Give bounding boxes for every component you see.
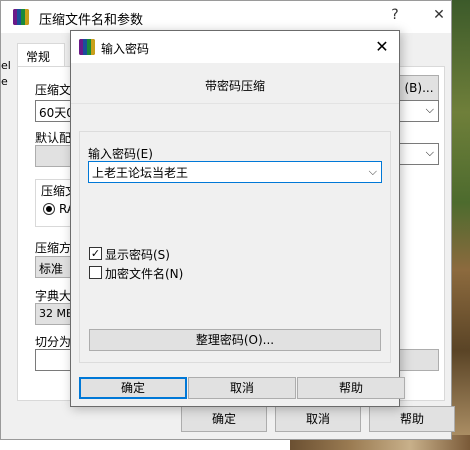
- dictionary-label: 字典大: [35, 289, 72, 303]
- main-help-button-bottom[interactable]: 帮助: [369, 406, 455, 432]
- dialog-heading: 带密码压缩: [204, 79, 265, 93]
- main-window-title: 压缩文件名和参数: [39, 13, 144, 28]
- tab-general-label: 常规: [26, 50, 51, 64]
- update-mode-dropdown[interactable]: ⌵: [399, 143, 439, 165]
- archive-name-value: 60天0: [39, 106, 74, 120]
- encrypt-filenames-checkbox[interactable]: [89, 266, 102, 279]
- compression-method-value: 标准: [39, 262, 64, 276]
- split-field[interactable]: [35, 349, 75, 371]
- main-help-button[interactable]: ?: [385, 7, 405, 23]
- password-label: 输入密码(E): [88, 147, 153, 161]
- left-edge-fragment: el: [1, 59, 11, 72]
- dictionary-dropdown[interactable]: 32 MB: [35, 303, 75, 325]
- chevron-down-icon: ⌵: [425, 146, 434, 159]
- compression-method-dropdown[interactable]: 标准: [35, 256, 75, 278]
- archive-name-dropdown[interactable]: ⌵: [399, 100, 439, 122]
- browse-button[interactable]: (B)...: [399, 75, 439, 101]
- main-close-button[interactable]: ✕: [429, 7, 449, 23]
- main-cancel-button[interactable]: 取消: [275, 406, 361, 432]
- cancel-button[interactable]: 取消: [188, 377, 296, 399]
- background-photo: [450, 0, 470, 450]
- main-titlebar: 压缩文件名和参数 ? ✕: [1, 1, 451, 33]
- winrar-books-icon: [79, 39, 95, 55]
- ok-button[interactable]: 确定: [79, 377, 187, 399]
- dialog-divider: [71, 103, 399, 104]
- organize-passwords-button[interactable]: 整理密码(O)...: [89, 329, 381, 351]
- checkmark-icon: ✓: [90, 247, 101, 260]
- archive-name-label: 压缩文: [35, 83, 72, 97]
- archive-name-field[interactable]: 60天0: [35, 100, 75, 122]
- set-password-button[interactable]: [399, 349, 439, 371]
- dictionary-value: 32 MB: [39, 307, 74, 320]
- compression-method-label: 压缩方: [35, 241, 72, 255]
- password-combobox[interactable]: ⌵: [88, 161, 382, 183]
- tab-general[interactable]: 常规: [17, 43, 65, 67]
- help-button[interactable]: 帮助: [297, 377, 405, 399]
- show-password-checkbox[interactable]: ✓: [89, 247, 102, 260]
- encrypt-filenames-label[interactable]: 加密文件名(N): [105, 265, 183, 282]
- password-input[interactable]: [92, 164, 357, 180]
- main-ok-button[interactable]: 确定: [181, 406, 267, 432]
- dialog-titlebar: 输入密码 ✕: [71, 31, 399, 63]
- dialog-title: 输入密码: [101, 42, 150, 56]
- dialog-close-button[interactable]: ✕: [369, 36, 395, 58]
- default-profile-label: 默认配: [35, 131, 72, 145]
- profile-button[interactable]: [35, 145, 75, 167]
- left-edge-fragment: e: [1, 75, 8, 88]
- chevron-down-icon[interactable]: ⌵: [369, 165, 377, 179]
- format-radio[interactable]: [43, 203, 55, 215]
- enter-password-dialog: 输入密码 ✕ 带密码压缩 输入密码(E) ⌵ ✓ 显示密码(S) 加密文件名(N…: [70, 30, 405, 407]
- winrar-books-icon: [13, 9, 29, 25]
- split-label: 切分为: [35, 335, 72, 349]
- show-password-label[interactable]: 显示密码(S): [105, 246, 170, 263]
- chevron-down-icon: ⌵: [425, 103, 434, 116]
